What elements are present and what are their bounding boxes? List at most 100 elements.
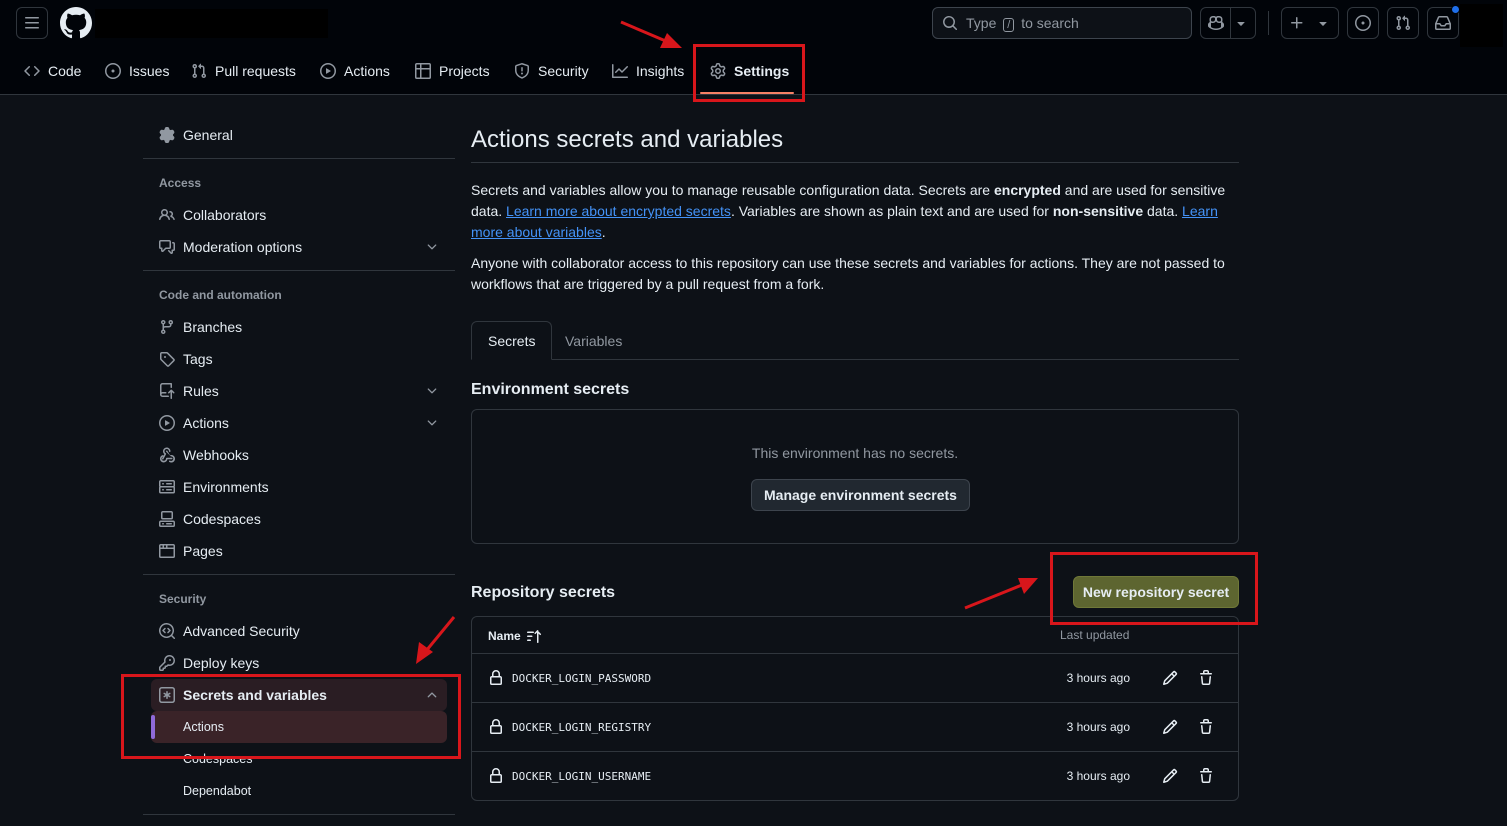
secret-updated: 3 hours ago [1066,671,1130,685]
tab-insights-label: Insights [636,63,685,79]
tab-projects[interactable]: Projects [415,52,490,90]
webhook-icon [159,447,175,463]
play-icon [159,415,175,431]
search-placeholder: Type / to search [966,14,1079,32]
key-icon [159,655,175,671]
issue-opened-icon [1355,15,1371,31]
learn-more-secrets-link[interactable]: Learn more about encrypted secrets [506,203,731,219]
search-shortcut-key: / [1003,17,1015,32]
sidebar-heading-security: Security [159,592,207,606]
sidebar-item-collaborators[interactable]: Collaborators [151,199,447,231]
trash-icon[interactable] [1198,670,1214,686]
secret-name: DOCKER_LOGIN_PASSWORD [512,672,652,685]
pencil-icon[interactable] [1162,768,1178,784]
issue-opened-icon [105,63,121,79]
tab-insights[interactable]: Insights [612,52,684,90]
tag-icon [160,352,175,367]
tab-pull-requests[interactable]: Pull requests [191,52,296,90]
graph-icon [612,64,628,78]
secret-updated: 3 hours ago [1066,769,1130,783]
plus-icon [1291,17,1303,29]
copilot-button[interactable] [1200,7,1256,39]
sidebar-item-moderation[interactable]: Moderation options [151,231,447,263]
arrow-head [1018,578,1038,594]
sidebar-item-label: General [183,127,233,143]
manage-environment-secrets-button[interactable]: Manage environment secrets [751,479,970,511]
secret-name: DOCKER_LOGIN_USERNAME [512,770,652,783]
tab-issues-label: Issues [129,63,170,79]
tab-security[interactable]: Security [514,52,589,90]
copilot-icon [1207,15,1224,31]
search-icon [943,16,958,31]
issues-button[interactable] [1347,7,1379,39]
search-input[interactable]: Type / to search [932,7,1192,39]
people-icon [159,208,175,221]
tab-code-label: Code [48,63,82,79]
tab-secrets[interactable]: Secrets [471,321,553,360]
table-row: DOCKER_LOGIN_PASSWORD 3 hours ago [472,654,1238,703]
create-new-button[interactable] [1281,7,1339,39]
sidebar-item-webhooks[interactable]: Webhooks [151,439,447,471]
trash-icon[interactable] [1198,719,1214,735]
shield-icon [515,63,529,79]
header-divider [1268,11,1269,35]
sidebar-item-label: Advanced Security [183,623,300,639]
column-last-updated: Last updated [1060,628,1130,642]
repo-name-redacted [95,9,328,38]
annotation-box-new-secret [1050,552,1258,625]
tab-code[interactable]: Code [24,52,81,90]
tab-variables[interactable]: Variables [549,321,638,360]
intro-paragraph: Secrets and variables allow you to manag… [471,182,1226,240]
environment-secrets-heading: Environment secrets [471,381,630,398]
comment-discussion-icon [159,240,175,254]
repository-secrets-heading: Repository secrets [471,584,616,601]
secret-updated: 3 hours ago [1066,720,1130,734]
code-icon [24,65,40,77]
sidebar-item-label: Environments [183,479,269,495]
triangle-down-icon [1236,22,1245,26]
sidebar-heading-code: Code and automation [159,288,282,302]
annotation-box-secrets [121,674,461,759]
table-row: DOCKER_LOGIN_USERNAME 3 hours ago [472,752,1238,800]
sidebar-subitem-dependabot[interactable]: Dependabot [151,775,447,807]
arrow-new-secret [964,583,1023,610]
column-name[interactable]: Name [488,628,542,644]
tab-issues[interactable]: Issues [105,52,169,90]
tab-actions[interactable]: Actions [320,52,390,90]
sidebar-item-codespaces[interactable]: Codespaces [151,503,447,535]
sidebar-item-tags[interactable]: Tags [151,343,447,375]
tab-actions-label: Actions [344,63,390,79]
annotation-box-settings [693,44,805,102]
sidebar-item-label: Moderation options [183,239,303,255]
tab-pull-requests-label: Pull requests [215,63,296,79]
sidebar-item-label: Codespaces [183,511,261,527]
title-divider [471,162,1239,163]
pencil-icon[interactable] [1162,719,1178,735]
sidebar-heading-access: Access [159,176,202,190]
avatar[interactable] [1460,4,1503,47]
sidebar-item-advanced-security[interactable]: Advanced Security [151,615,447,647]
browser-icon [159,544,175,558]
git-branch-icon [160,320,173,335]
sidebar-item-label: Actions [183,415,229,431]
split-divider [1229,8,1231,38]
github-logo-icon[interactable] [60,7,92,39]
pencil-icon[interactable] [1162,670,1178,686]
trash-icon[interactable] [1198,768,1214,784]
pull-requests-button[interactable] [1387,7,1419,39]
sidebar-item-actions[interactable]: Actions [151,407,447,439]
unread-indicator [1451,5,1460,14]
sidebar-item-pages[interactable]: Pages [151,535,447,567]
tab-security-label: Security [538,63,589,79]
triangle-down-icon [1319,22,1327,26]
lock-icon [490,719,502,734]
sidebar-item-general[interactable]: General [151,119,447,151]
sidebar-item-label: Tags [183,351,213,367]
menu-button[interactable] [16,7,48,39]
codespaces-icon [159,511,175,527]
sidebar-item-environments[interactable]: Environments [151,471,447,503]
empty-state-text: This environment has no secrets. [751,445,959,461]
sidebar-item-branches[interactable]: Branches [151,311,447,343]
sidebar-divider [143,270,455,271]
sidebar-item-rules[interactable]: Rules [151,375,447,407]
